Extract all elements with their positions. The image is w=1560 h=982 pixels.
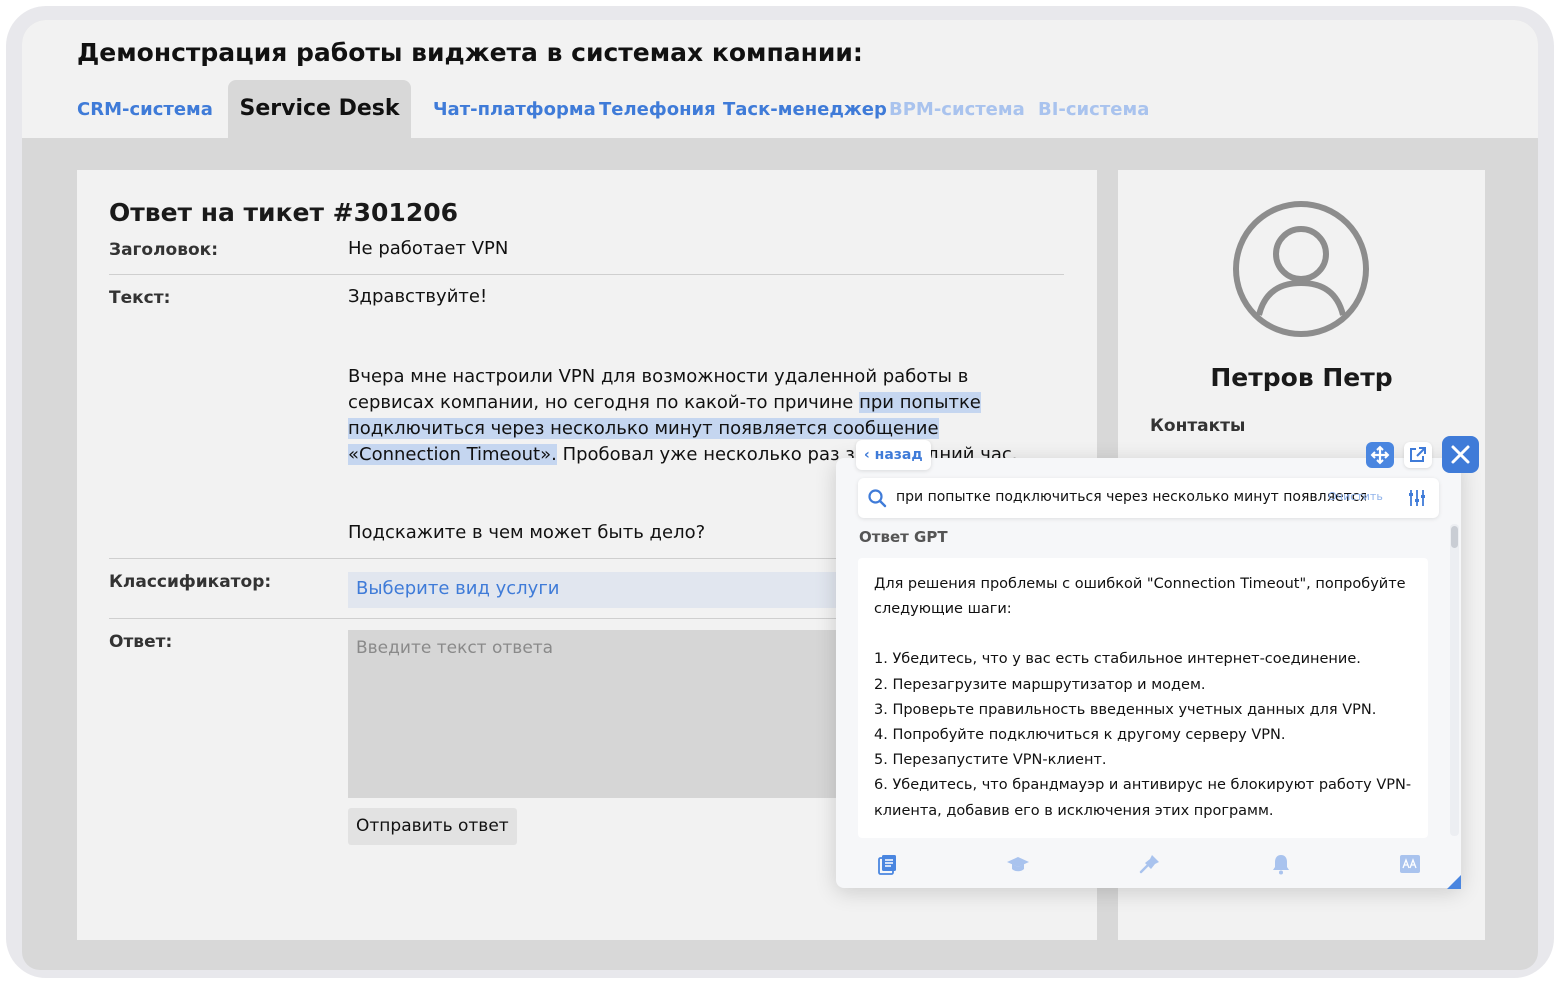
user-avatar-icon — [1233, 201, 1369, 337]
ticket-message: Вчера мне настроили VPN для возможности … — [348, 364, 1048, 468]
back-button[interactable]: ‹ назад — [856, 440, 931, 470]
answer-intro: Для решения проблемы с ошибкой "Connecti… — [874, 576, 1406, 618]
move-button[interactable] — [1366, 442, 1394, 468]
tab-task-manager[interactable]: Таск-менеджер — [723, 99, 887, 120]
close-icon — [1451, 445, 1470, 464]
tab-telephony[interactable]: Телефония — [599, 99, 716, 120]
tab-bpm[interactable]: BPM-система — [889, 99, 1025, 120]
tab-chat-platform[interactable]: Чат-платформа — [433, 99, 596, 120]
text-label: Текст: — [109, 288, 171, 308]
resize-handle-icon[interactable] — [1445, 873, 1461, 889]
move-icon — [1370, 445, 1390, 465]
contacts-label: Контакты — [1150, 416, 1246, 436]
answer-scrollbar[interactable] — [1450, 524, 1459, 836]
tab-bi[interactable]: BI-система — [1038, 99, 1149, 120]
widget-search[interactable]: при попытке подключиться через несколько… — [858, 478, 1439, 518]
page-header: Демонстрация работы виджета в системах к… — [22, 20, 1538, 138]
gpt-answer: Для решения проблемы с ошибкой "Connecti… — [858, 558, 1428, 838]
book-icon[interactable] — [876, 852, 900, 876]
page-title: Демонстрация работы виджета в системах к… — [77, 38, 863, 67]
divider — [109, 274, 1064, 275]
text-size-icon[interactable] — [1398, 852, 1422, 876]
search-input[interactable]: при попытке подключиться через несколько… — [896, 489, 1366, 505]
open-external-button[interactable] — [1404, 442, 1432, 468]
send-answer-button[interactable]: Отправить ответ — [348, 808, 517, 845]
graduation-cap-icon[interactable] — [1006, 852, 1030, 876]
answer-label: Ответ: — [109, 632, 173, 652]
answer-step: 2. Перезагрузите маршрутизатор и модем. — [874, 676, 1206, 693]
subject-value: Не работает VPN — [348, 238, 509, 259]
answer-step: 3. Проверьте правильность введенных учет… — [874, 701, 1377, 718]
ticket-title: Ответ на тикет #301206 — [109, 198, 458, 227]
answer-step: 5. Перезапустите VPN-клиент. — [874, 752, 1107, 769]
answer-step: 1. Убедитесь, что у вас есть стабильное … — [874, 651, 1361, 668]
ticket-question: Подскажите в чем может быть дело? — [348, 522, 706, 543]
search-icon — [868, 489, 887, 508]
subject-label: Заголовок: — [109, 240, 219, 260]
bell-icon[interactable] — [1269, 852, 1293, 876]
profile-name: Петров Петр — [1210, 363, 1393, 392]
classifier-label: Классификатор: — [109, 572, 272, 592]
tab-crm[interactable]: CRM-система — [77, 99, 213, 120]
answer-step: 4. Попробуйте подключиться к другому сер… — [874, 727, 1286, 744]
pin-icon[interactable] — [1138, 852, 1162, 876]
tab-service-desk[interactable]: Service Desk — [228, 80, 411, 138]
filter-settings-icon[interactable] — [1406, 487, 1428, 509]
external-link-icon — [1410, 447, 1426, 462]
scrollbar-thumb[interactable] — [1451, 526, 1458, 548]
ticket-greeting: Здравствуйте! — [348, 286, 488, 307]
close-button[interactable] — [1442, 436, 1479, 473]
clear-search-button[interactable]: Очистить — [1328, 490, 1383, 503]
answer-step: 6. Убедитесь, что брандмауэр и антивирус… — [874, 777, 1412, 819]
gpt-answer-label: Ответ GPT — [859, 528, 948, 546]
